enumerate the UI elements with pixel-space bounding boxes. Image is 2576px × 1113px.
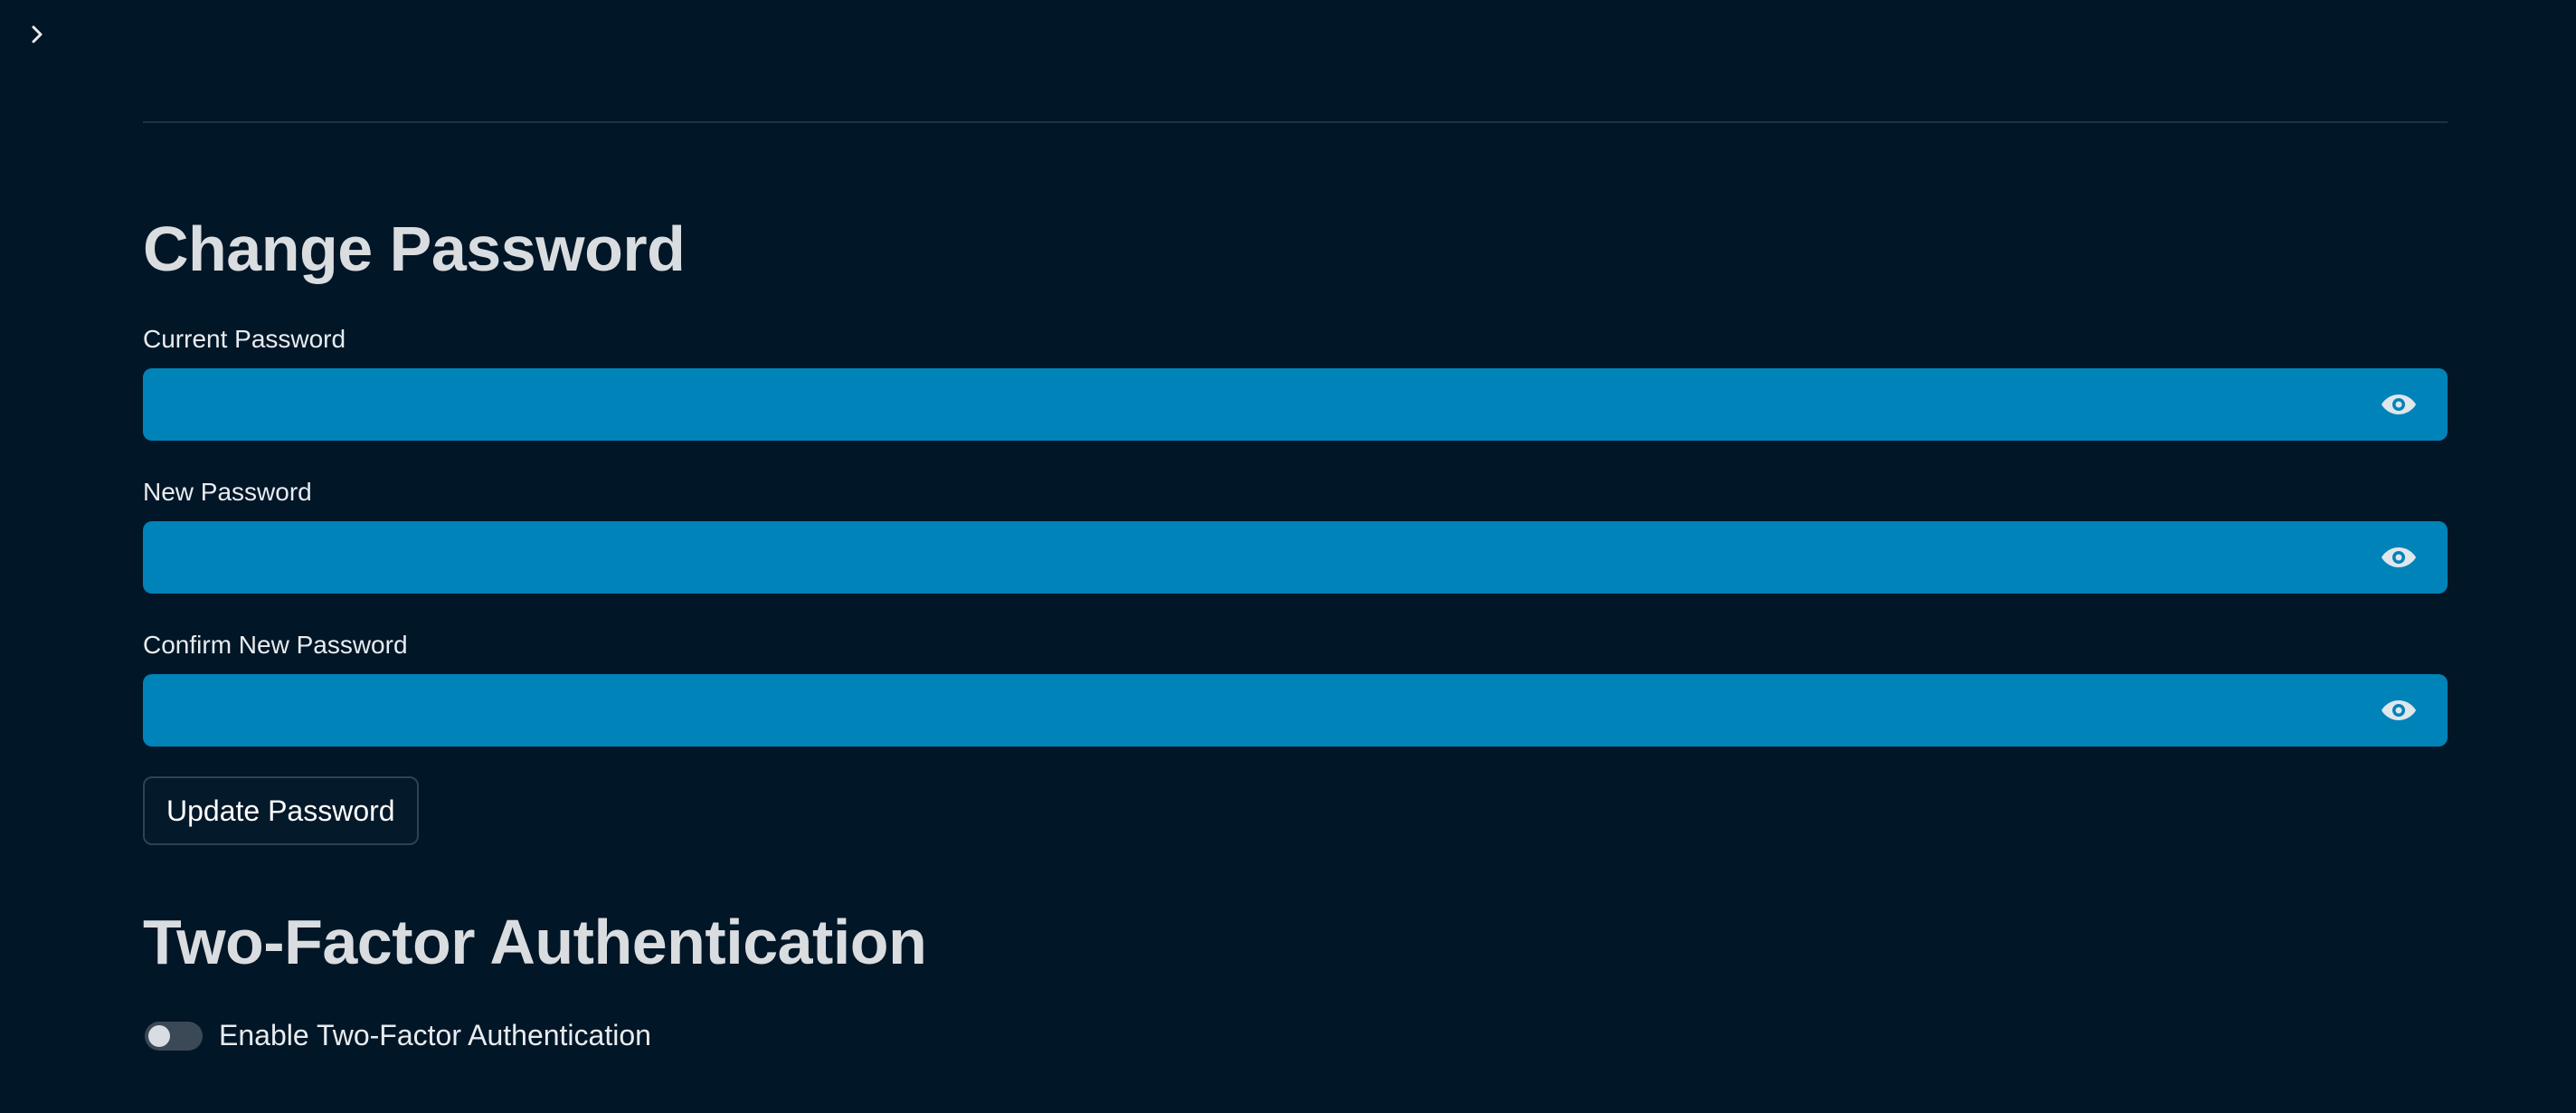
current-password-label: Current Password	[143, 325, 346, 353]
confirm-password-label: Confirm New Password	[143, 631, 408, 659]
show-confirm-password-button[interactable]	[2379, 692, 2419, 728]
show-new-password-button[interactable]	[2379, 539, 2419, 576]
two-factor-toggle-row: Enable Two-Factor Authentication	[145, 1019, 651, 1052]
eye-icon	[2382, 547, 2416, 567]
settings-page: Change Password Current Password New Pas…	[0, 0, 2576, 1113]
change-password-heading: Change Password	[143, 214, 686, 284]
new-password-label: New Password	[143, 478, 312, 506]
current-password-field	[143, 368, 2448, 441]
show-current-password-button[interactable]	[2379, 386, 2419, 423]
two-factor-heading: Two-Factor Authentication	[143, 907, 927, 977]
two-factor-toggle[interactable]	[145, 1021, 203, 1051]
eye-icon	[2382, 395, 2416, 414]
eye-icon	[2382, 700, 2416, 720]
divider	[143, 121, 2448, 123]
new-password-field	[143, 521, 2448, 594]
new-password-input[interactable]	[143, 521, 2332, 594]
toggle-knob	[148, 1024, 170, 1047]
update-password-button[interactable]: Update Password	[143, 776, 419, 845]
current-password-input[interactable]	[143, 368, 2332, 441]
chevron-right-icon	[32, 25, 43, 43]
sidebar-expand-button[interactable]	[24, 18, 51, 51]
confirm-password-input[interactable]	[143, 674, 2332, 747]
two-factor-toggle-label[interactable]: Enable Two-Factor Authentication	[219, 1019, 651, 1052]
confirm-password-field	[143, 674, 2448, 747]
